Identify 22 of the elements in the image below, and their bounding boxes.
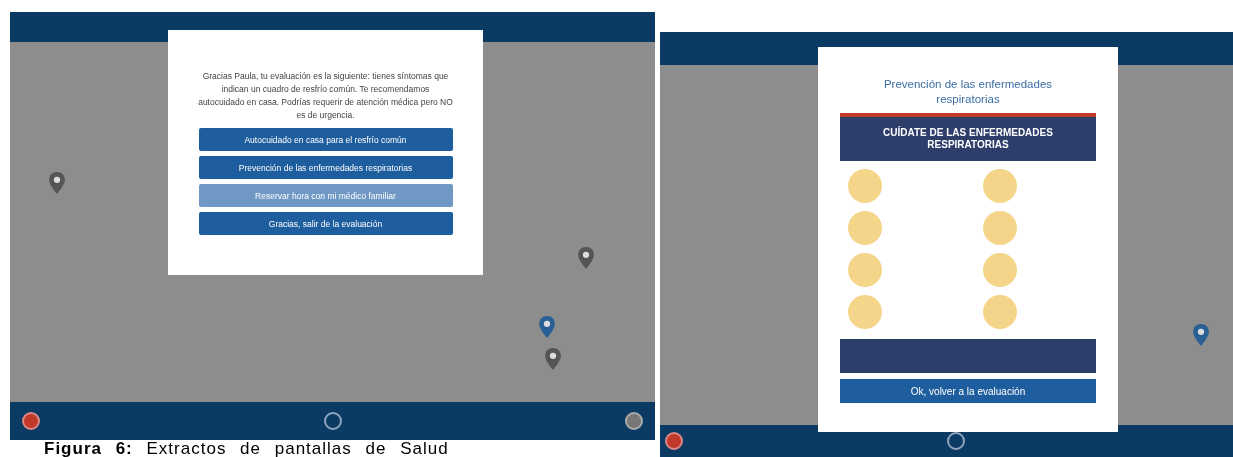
- dialog-title: Prevención de las enfermedades respiratorias: [882, 77, 1054, 107]
- illustration-icon: [848, 295, 882, 329]
- illustration-icon: [848, 253, 882, 287]
- option-button[interactable]: Gracias, salir de la evaluación: [198, 212, 453, 235]
- illustration-icon: [983, 295, 1017, 329]
- back-button[interactable]: Ok, volver a la evaluación: [840, 379, 1096, 403]
- map-pin-icon[interactable]: [1192, 324, 1209, 347]
- figure-caption: Figura 6: Extractos de pantallas de Salud: [43, 440, 450, 457]
- evaluation-message: Gracias Paula, tu evaluación es la siguiente: tienes síntomas que indican un cuadro de resfrío común. Te recomendamos autocuidado en casa. Podrías requerir de atención médica pero NO es de urgencia.: [198, 70, 453, 122]
- option-button[interactable]: Prevención de las enfermedades respiratorias: [198, 156, 453, 179]
- map-pin-icon[interactable]: [538, 315, 555, 338]
- banner-heading: CUÍDATE DE LAS ENFERMEDADES RESPIRATORIAS: [883, 127, 1053, 151]
- option-button[interactable]: Autocuidado en casa para el resfrío común: [198, 128, 453, 151]
- circle-icon[interactable]: [625, 412, 643, 430]
- illustration-icon: [983, 253, 1017, 287]
- map-pin-icon[interactable]: [48, 171, 65, 194]
- map-pin-icon[interactable]: [545, 348, 562, 370]
- illustration-icon: [983, 211, 1017, 245]
- map-pin-icon[interactable]: [577, 247, 594, 270]
- illustration-icon: [983, 169, 1017, 203]
- illustration-icon: [848, 169, 882, 203]
- illustration-icon: [848, 211, 882, 245]
